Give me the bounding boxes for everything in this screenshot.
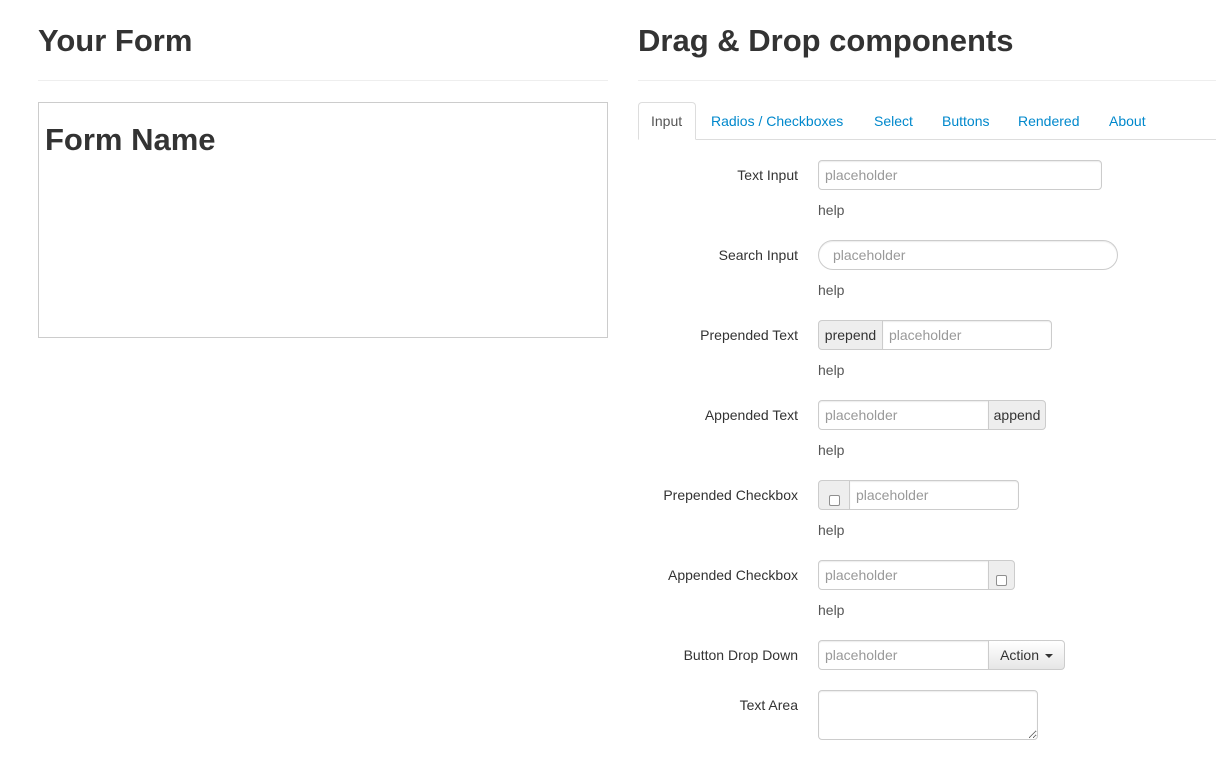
- search-input-label: Search Input: [718, 247, 798, 263]
- search-input-help: help: [818, 282, 845, 298]
- tab-radios-checkboxes[interactable]: Radios / Checkboxes: [699, 102, 855, 139]
- appended-checkbox-help: help: [818, 602, 845, 618]
- tab-rendered[interactable]: Rendered: [1006, 102, 1092, 139]
- button-drop-down-field[interactable]: [818, 640, 989, 670]
- prepend-addon: prepend: [818, 320, 883, 350]
- tab-about[interactable]: About: [1097, 102, 1158, 139]
- text-input-field[interactable]: [818, 160, 1102, 190]
- appended-text-help: help: [818, 442, 845, 458]
- checkbox-icon[interactable]: [996, 574, 1007, 586]
- your-form-heading: Your Form: [38, 23, 193, 58]
- form-name-title[interactable]: Form Name: [45, 121, 216, 159]
- text-area-label: Text Area: [739, 697, 798, 713]
- form-canvas[interactable]: Form Name: [38, 102, 608, 338]
- text-input-help: help: [818, 202, 845, 218]
- search-input-field[interactable]: [818, 240, 1118, 270]
- components-heading: Drag & Drop components: [638, 23, 1014, 58]
- appended-checkbox-field[interactable]: [818, 560, 989, 590]
- prepended-checkbox-help: help: [818, 522, 845, 538]
- text-area-field[interactable]: [818, 690, 1038, 740]
- action-dropdown-button[interactable]: Action: [988, 640, 1065, 670]
- tab-input[interactable]: Input: [638, 102, 696, 140]
- appended-checkbox-label: Appended Checkbox: [668, 567, 798, 583]
- right-divider: [638, 80, 1216, 81]
- prepended-text-help: help: [818, 362, 845, 378]
- append-addon: append: [988, 400, 1046, 430]
- left-divider: [38, 80, 608, 81]
- appended-text-label: Appended Text: [704, 407, 798, 423]
- prepended-text-field[interactable]: [882, 320, 1052, 350]
- prepended-text-label: Prepended Text: [700, 327, 798, 343]
- tab-select[interactable]: Select: [862, 102, 925, 139]
- button-drop-down-label: Button Drop Down: [683, 647, 798, 663]
- checkbox-icon[interactable]: [828, 494, 840, 506]
- prepend-checkbox-addon: [818, 480, 850, 510]
- appended-text-field[interactable]: [818, 400, 989, 430]
- action-button-label: Action: [1000, 647, 1040, 663]
- prepended-checkbox-label: Prepended Checkbox: [663, 487, 798, 503]
- append-checkbox-addon: [988, 560, 1015, 590]
- component-tabs: Input Radios / Checkboxes Select Buttons…: [638, 102, 1216, 140]
- caret-down-icon: [1044, 654, 1053, 659]
- prepended-checkbox-field[interactable]: [849, 480, 1019, 510]
- tab-buttons[interactable]: Buttons: [930, 102, 1001, 139]
- text-input-label: Text Input: [737, 167, 798, 183]
